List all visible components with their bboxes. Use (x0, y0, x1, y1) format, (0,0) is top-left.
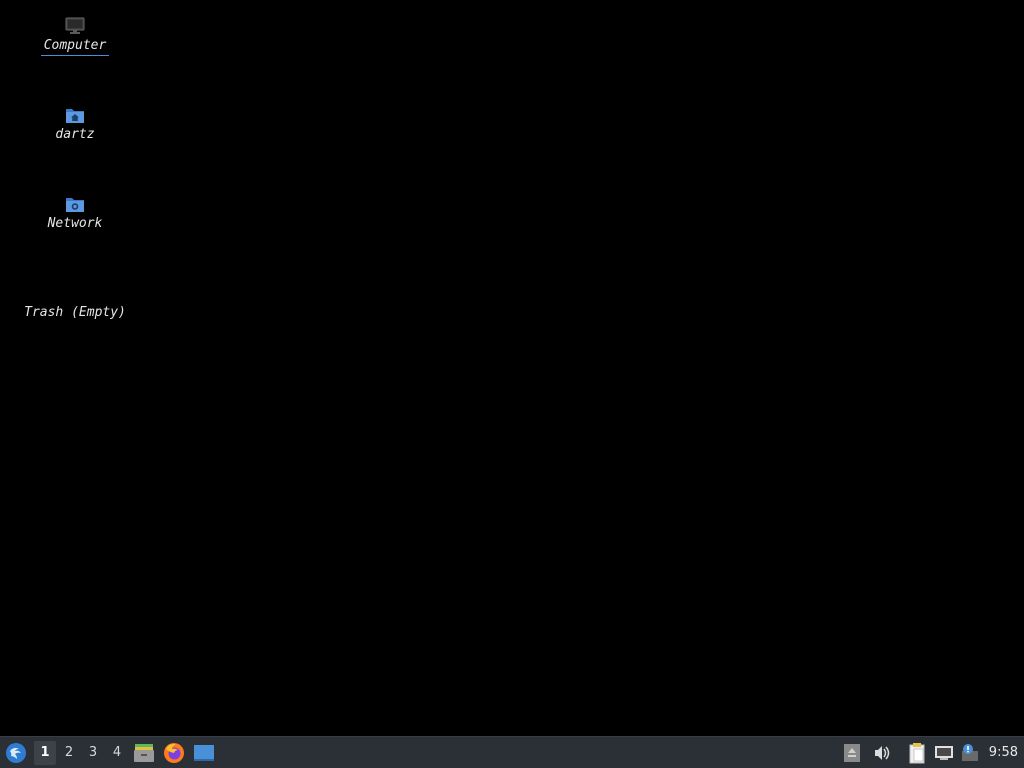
file-manager-launcher[interactable] (130, 739, 158, 767)
computer-icon (65, 17, 85, 35)
show-desktop-launcher[interactable] (190, 739, 218, 767)
workspace-3[interactable]: 3 (82, 741, 104, 765)
network-wired-icon (934, 745, 953, 760)
update-notifier-icon (961, 743, 978, 761)
network-folder-icon (65, 195, 85, 213)
eject-button[interactable] (839, 740, 865, 766)
desktop-icon-network[interactable]: Network (0, 195, 150, 233)
desktop-icon-label: Trash (Empty) (24, 305, 126, 320)
system-tray: 9:58 (839, 737, 1024, 768)
volume-button[interactable] (869, 740, 895, 766)
clipboard-button[interactable] (905, 740, 931, 766)
workspace-2[interactable]: 2 (58, 741, 80, 765)
clock[interactable]: 9:58 (989, 745, 1018, 760)
firefox-launcher[interactable] (160, 739, 188, 767)
desktop-icon-label: dartz (55, 127, 95, 142)
home-folder-icon (65, 106, 85, 124)
clipboard-icon (909, 742, 925, 763)
desktop-icon-home[interactable]: dartz (0, 106, 150, 144)
eject-icon (843, 743, 860, 762)
file-manager-icon (134, 743, 154, 762)
desktop-icon-label: Network (47, 216, 103, 231)
volume-icon (874, 745, 890, 760)
desktop[interactable]: Computer dartz Network Trash (Empty) (0, 0, 1024, 736)
network-button[interactable] (931, 740, 957, 766)
show-desktop-icon (194, 744, 214, 761)
desktop-icon-trash[interactable]: Trash (Empty) (0, 284, 150, 322)
update-notifier-button[interactable] (957, 740, 983, 766)
firefox-icon (164, 742, 184, 763)
trash-icon (65, 284, 85, 302)
desktop-icon-label: Computer (40, 38, 110, 56)
start-menu-button[interactable] (0, 737, 32, 768)
workspace-4[interactable]: 4 (106, 741, 128, 765)
desktop-icon-computer[interactable]: Computer (0, 17, 150, 56)
lxqt-start-icon (6, 742, 26, 763)
workspace-1[interactable]: 1 (34, 740, 56, 765)
taskbar: 1 2 3 4 9:58 (0, 736, 1024, 768)
